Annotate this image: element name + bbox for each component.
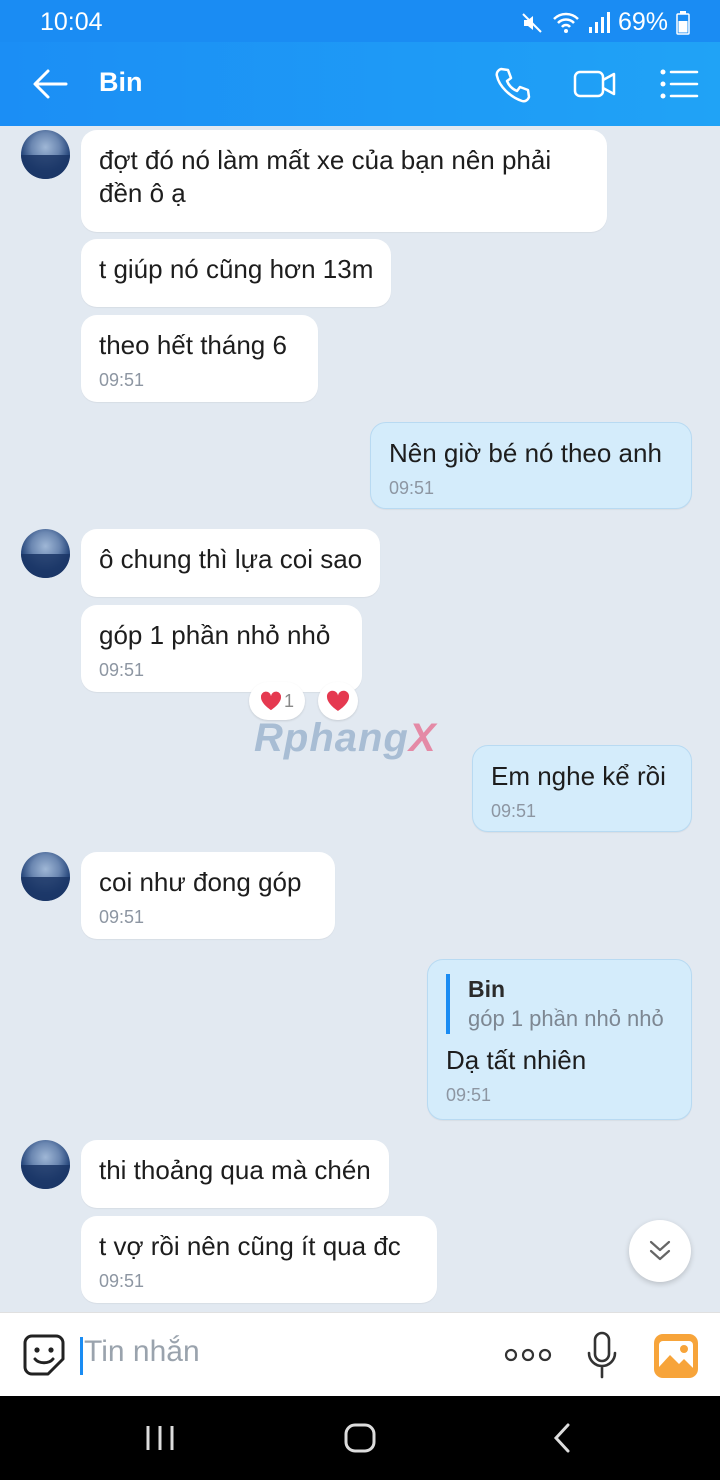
message-time: 09:51 bbox=[389, 478, 435, 498]
menu-list-icon[interactable] bbox=[657, 64, 701, 104]
react-button[interactable] bbox=[318, 682, 358, 720]
reply-quote[interactable]: Bin góp 1 phần nhỏ nhỏ bbox=[446, 974, 673, 1034]
quote-text: góp 1 phần nhỏ nhỏ bbox=[468, 1006, 664, 1031]
recent-apps-icon[interactable] bbox=[140, 1418, 180, 1458]
message-time: 09:51 bbox=[99, 660, 145, 680]
message-bubble[interactable]: ô chung thì lựa coi sao bbox=[81, 529, 381, 597]
message-text: coi như đong góp bbox=[99, 867, 302, 897]
message-input-bar: Tin nhắn bbox=[0, 1312, 720, 1396]
sent-message-bubble[interactable]: Em nghe kể rồi 09:51 bbox=[472, 745, 692, 832]
scroll-to-bottom-button[interactable] bbox=[629, 1220, 691, 1282]
message-text: góp 1 phần nhỏ nhỏ bbox=[99, 620, 331, 650]
more-options-icon[interactable] bbox=[503, 1343, 553, 1367]
message-time: 09:51 bbox=[99, 907, 145, 927]
microphone-icon[interactable] bbox=[585, 1331, 619, 1381]
message-text: đợt đó nó làm mất xe của bạn nên phải bbox=[99, 145, 552, 175]
status-icons: 69% bbox=[520, 8, 690, 37]
message-list[interactable]: đợt đó nó làm mất xe của bạn nên phải đề… bbox=[0, 126, 720, 1312]
wifi-icon bbox=[553, 12, 579, 33]
message-time: 09:51 bbox=[99, 370, 145, 390]
message-text: ô chung thì lựa coi sao bbox=[99, 544, 363, 574]
message-time: 09:51 bbox=[446, 1085, 492, 1105]
message-time: 09:51 bbox=[99, 1271, 145, 1291]
chat-header: Bin bbox=[0, 42, 720, 126]
avatar[interactable] bbox=[21, 1140, 70, 1189]
signal-icon bbox=[588, 11, 610, 33]
sent-reply-bubble[interactable]: Bin góp 1 phần nhỏ nhỏ Dạ tất nhiên 09:5… bbox=[427, 959, 692, 1120]
message-text: theo hết tháng 6 bbox=[99, 330, 287, 360]
message-bubble[interactable]: t giúp nó cũng hơn 13m bbox=[81, 239, 392, 307]
mute-icon bbox=[522, 12, 542, 33]
status-time: 10:04 bbox=[40, 8, 103, 36]
watermark: RphangX bbox=[254, 716, 437, 761]
quote-author: Bin bbox=[468, 976, 506, 1002]
watermark-text: Rphang bbox=[254, 716, 409, 760]
message-bubble[interactable]: t vợ rồi nên cũng ít qua đc 09:51 bbox=[81, 1216, 437, 1303]
avatar[interactable] bbox=[21, 130, 70, 179]
message-input[interactable]: Tin nhắn bbox=[84, 1335, 464, 1375]
message-text: Em nghe kể rồi bbox=[491, 761, 666, 791]
system-nav-bar bbox=[0, 1396, 720, 1480]
battery-icon bbox=[676, 10, 690, 35]
phone-icon[interactable] bbox=[491, 64, 535, 104]
message-bubble[interactable]: thi thoảng qua mà chén bbox=[81, 1140, 389, 1208]
heart-icon bbox=[260, 691, 282, 711]
text-cursor bbox=[80, 1337, 83, 1375]
message-text: Nên giờ bé nó theo anh bbox=[389, 438, 662, 468]
photo-gallery-icon[interactable] bbox=[653, 1333, 699, 1379]
back-arrow-icon[interactable] bbox=[28, 64, 72, 104]
sticker-icon[interactable] bbox=[22, 1333, 66, 1377]
message-bubble[interactable]: theo hết tháng 6 09:51 bbox=[81, 315, 318, 402]
double-chevron-down-icon bbox=[649, 1240, 671, 1261]
home-icon[interactable] bbox=[340, 1418, 380, 1458]
avatar[interactable] bbox=[21, 852, 70, 901]
message-text: Dạ tất nhiên bbox=[446, 1045, 587, 1075]
contact-name[interactable]: Bin bbox=[99, 67, 143, 98]
watermark-accent: X bbox=[408, 716, 437, 760]
message-bubble[interactable]: góp 1 phần nhỏ nhỏ 09:51 bbox=[81, 605, 362, 692]
message-text: thi thoảng qua mà chén bbox=[99, 1155, 371, 1185]
message-bubble[interactable]: coi như đong góp 09:51 bbox=[81, 852, 335, 939]
message-bubble[interactable]: đợt đó nó làm mất xe của bạn nên phải đề… bbox=[81, 130, 607, 232]
message-text: đền ô ạ bbox=[99, 178, 186, 208]
message-time: 09:51 bbox=[491, 801, 537, 821]
status-bar: 10:04 69% bbox=[0, 0, 720, 42]
reaction-count: 1 bbox=[283, 690, 294, 711]
system-back-icon[interactable] bbox=[543, 1418, 583, 1458]
sent-message-bubble[interactable]: Nên giờ bé nó theo anh 09:51 bbox=[370, 422, 692, 509]
avatar[interactable] bbox=[21, 529, 70, 578]
message-text: t giúp nó cũng hơn 13m bbox=[99, 254, 374, 284]
message-text: t vợ rồi nên cũng ít qua đc bbox=[99, 1231, 401, 1261]
battery-percent: 69% bbox=[617, 8, 668, 36]
video-call-icon[interactable] bbox=[573, 64, 617, 104]
heart-icon bbox=[326, 690, 350, 711]
reaction-count-badge[interactable]: 1 bbox=[249, 682, 305, 720]
